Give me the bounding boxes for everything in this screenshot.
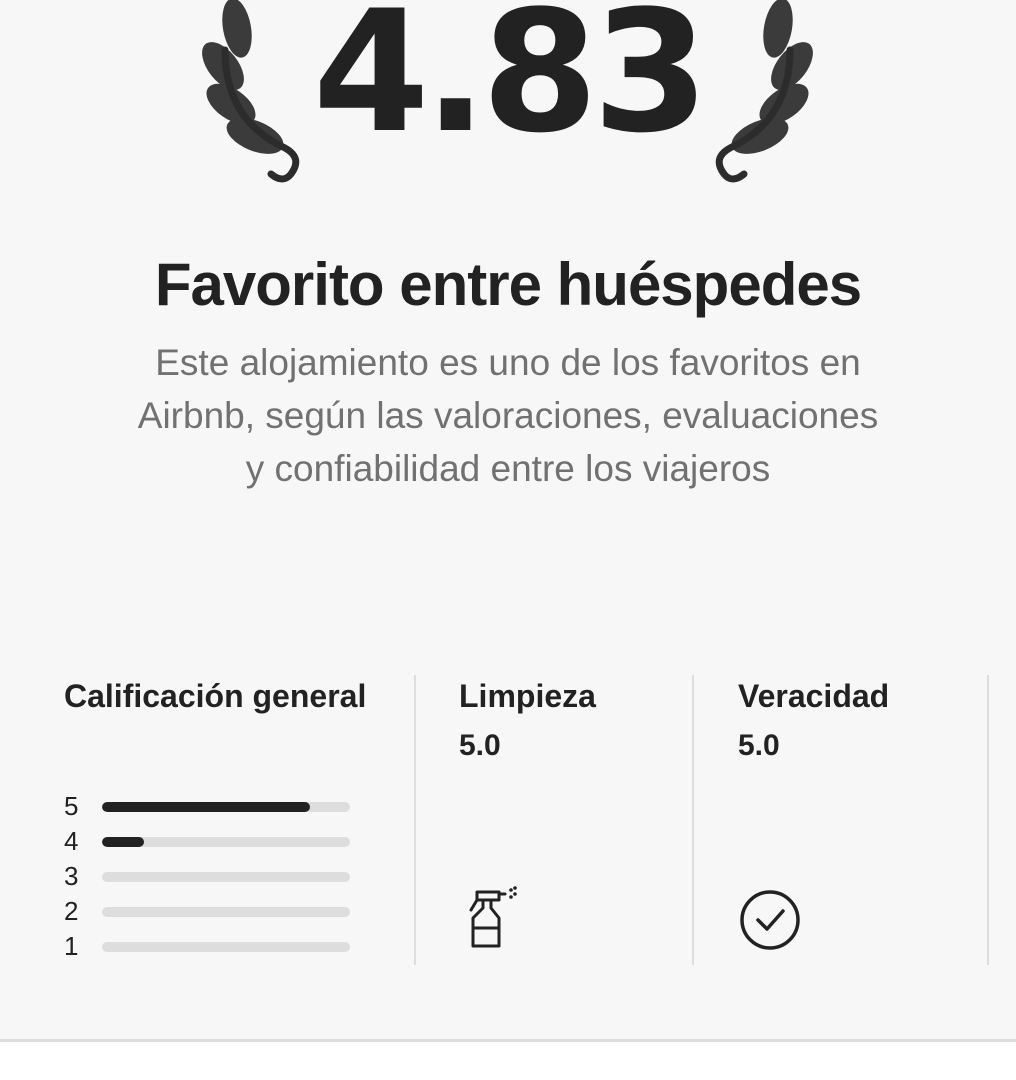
rating-bar-row: 5 [64, 792, 364, 827]
rating-display: 4.83 [0, 0, 1016, 210]
rating-distribution: 5 4 3 2 1 [64, 792, 364, 967]
rating-categories: Calificación general 5 4 3 2 1 Limpieza … [0, 672, 1016, 967]
rating-bar-label: 1 [64, 931, 79, 961]
rating-bar-row: 4 [64, 827, 364, 862]
cleanliness-value: 5.0 [459, 729, 501, 762]
overall-rating-value: 4.83 [312, 0, 710, 170]
laurel-right-icon [715, 0, 813, 183]
rating-bar-fill [102, 837, 145, 847]
rating-bar-track [102, 837, 350, 847]
check-circle-icon [740, 890, 800, 950]
cleanliness-column: Limpieza 5.0 [459, 672, 689, 967]
rating-bar-label: 2 [64, 896, 79, 926]
accuracy-value: 5.0 [738, 729, 780, 762]
rating-bar-track [102, 907, 350, 917]
badge-description: Este alojamiento es uno de los favoritos… [137, 342, 879, 489]
overall-rating-label: Calificación general [64, 678, 367, 714]
rating-bar-row: 2 [64, 897, 364, 932]
accuracy-label: Veracidad [738, 678, 890, 714]
cleanliness-label: Limpieza [459, 678, 596, 714]
rating-bar-fill [102, 802, 311, 812]
guest-favorite-hero: 4.83 Favorito entre huéspedes Este aloja… [0, 0, 1016, 600]
rating-bar-label: 4 [64, 826, 79, 856]
rating-bar-label: 3 [64, 861, 79, 891]
rating-bar-track [102, 802, 350, 812]
rating-bar-row: 3 [64, 862, 364, 897]
next-section [0, 1042, 1016, 1080]
rating-bar-label: 5 [64, 791, 79, 821]
rating-bar-track [102, 942, 350, 952]
column-divider [987, 675, 989, 965]
badge-title: Favorito entre huéspedes [154, 251, 862, 318]
spray-bottle-icon [469, 886, 517, 948]
column-divider [692, 675, 694, 965]
rating-bar-row: 1 [64, 932, 364, 967]
rating-bar-track [102, 872, 350, 882]
overall-rating-column: Calificación general 5 4 3 2 1 [64, 672, 384, 967]
column-divider [414, 675, 416, 965]
accuracy-column: Veracidad 5.0 [738, 672, 978, 967]
